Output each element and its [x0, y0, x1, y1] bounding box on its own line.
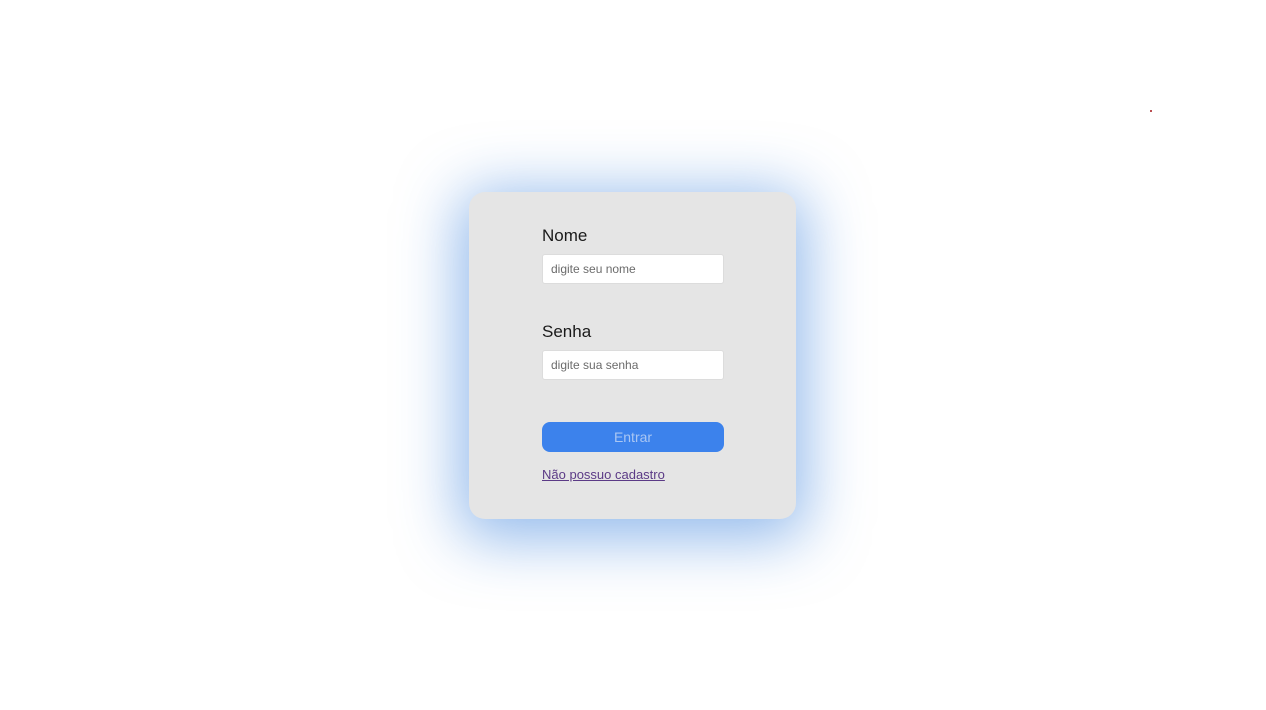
- login-button[interactable]: Entrar: [542, 422, 724, 452]
- password-input[interactable]: [542, 350, 724, 380]
- name-label: Nome: [542, 226, 588, 245]
- password-field-group: Senha: [542, 322, 724, 380]
- signup-link[interactable]: Não possuo cadastro: [542, 467, 665, 482]
- name-field-group: Nome: [542, 226, 724, 284]
- login-form: Nome Senha Entrar Não possuo cadastro: [542, 226, 724, 484]
- login-card: Nome Senha Entrar Não possuo cadastro: [469, 192, 796, 519]
- password-label: Senha: [542, 322, 592, 341]
- name-input[interactable]: [542, 254, 724, 284]
- stray-pixel: [1150, 110, 1152, 112]
